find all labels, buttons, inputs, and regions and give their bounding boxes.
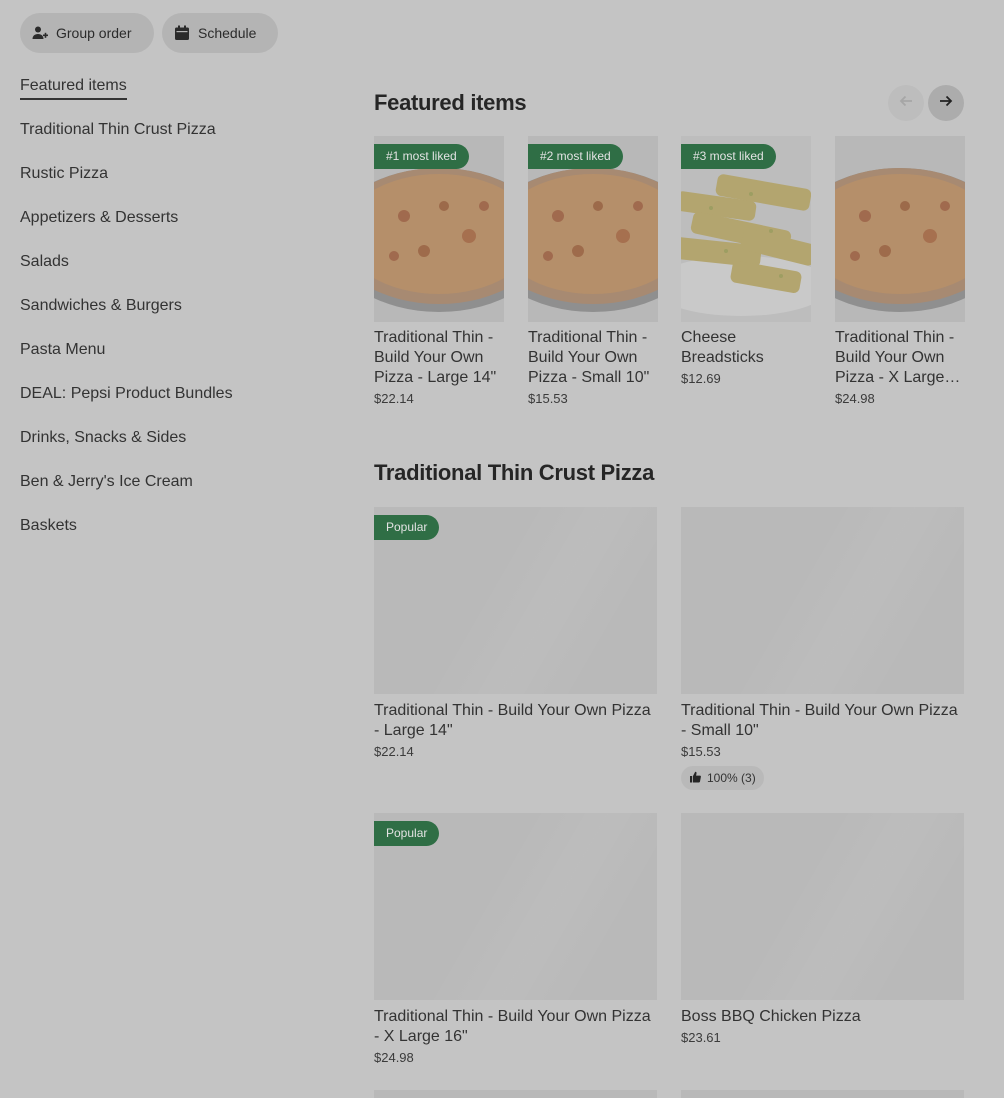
carousel-prev-button[interactable] <box>888 85 924 121</box>
arrow-right-icon <box>938 93 954 114</box>
item-price: $24.98 <box>835 391 875 406</box>
sidebar-item-ben-jerrys[interactable]: Ben & Jerry's Ice Cream <box>20 470 233 514</box>
featured-items-heading: Featured items <box>374 90 527 115</box>
item-name: Traditional Thin - Build Your Own Pizza … <box>374 1008 651 1045</box>
sidebar-item-appetizers-desserts[interactable]: Appetizers & Desserts <box>20 206 233 250</box>
menu-item-card[interactable]: Popular Traditional Thin - Build Your Ow… <box>374 507 657 759</box>
item-name: Traditional Thin - Build Your Own Pizza … <box>374 702 651 739</box>
featured-item-card[interactable]: #2 most liked Traditional Thin - Build Y… <box>528 136 658 406</box>
sidebar-item-rustic-pizza[interactable]: Rustic Pizza <box>20 162 233 206</box>
popular-badge: Popular <box>374 821 440 846</box>
item-price: $22.14 <box>374 391 414 406</box>
item-name: Traditional Thin - Build Your Own Pizza … <box>374 329 497 386</box>
item-price: $22.14 <box>374 744 414 759</box>
featured-item-card[interactable]: #3 most liked Cheese Breadsticks $12.69 <box>681 136 811 386</box>
sidebar-item-sandwiches-burgers[interactable]: Sandwiches & Burgers <box>20 294 233 338</box>
item-name: Traditional Thin - Build Your Own Pizza … <box>835 329 955 386</box>
pizza-photo <box>835 136 965 322</box>
popular-badge: Popular <box>374 515 440 540</box>
item-name: Cheese Breadsticks <box>681 329 764 366</box>
item-image-placeholder <box>681 507 964 694</box>
carousel-next-button[interactable] <box>928 85 964 121</box>
pizza-photo: #2 most liked <box>528 136 658 322</box>
menu-item-card[interactable]: Boss BBQ Chicken Pizza $23.61 <box>681 813 964 1045</box>
item-name: Traditional Thin - Build Your Own Pizza … <box>681 702 958 739</box>
rating-text: 100% (3) <box>707 771 756 785</box>
schedule-label: Schedule <box>198 25 257 41</box>
menu-item-card-partial[interactable] <box>374 1090 657 1098</box>
featured-item-card[interactable]: Traditional Thin - Build Your Own Pizza … <box>835 136 965 406</box>
item-name: Traditional Thin - Build Your Own Pizza … <box>528 329 650 386</box>
sidebar-item-baskets[interactable]: Baskets <box>20 514 233 558</box>
menu-item-card[interactable]: Popular Traditional Thin - Build Your Ow… <box>374 813 657 1065</box>
most-liked-badge: #2 most liked <box>528 144 623 169</box>
add-person-icon <box>32 25 48 41</box>
sidebar-item-deal-pepsi-bundles[interactable]: DEAL: Pepsi Product Bundles <box>20 382 233 426</box>
menu-item-card[interactable]: Traditional Thin - Build Your Own Pizza … <box>681 507 964 790</box>
sidebar-item-drinks-snacks-sides[interactable]: Drinks, Snacks & Sides <box>20 426 233 470</box>
group-order-label: Group order <box>56 25 132 41</box>
section-heading-traditional-thin-crust: Traditional Thin Crust Pizza <box>374 460 655 485</box>
most-liked-badge: #1 most liked <box>374 144 469 169</box>
group-order-button[interactable]: Group order <box>20 13 154 53</box>
thumbs-up-icon <box>689 771 701 786</box>
item-price: $12.69 <box>681 371 721 386</box>
menu-category-nav: Featured items Traditional Thin Crust Pi… <box>20 74 233 558</box>
item-price: $24.98 <box>374 1050 414 1065</box>
sidebar-item-traditional-thin-crust-pizza[interactable]: Traditional Thin Crust Pizza <box>20 118 233 162</box>
item-name: Boss BBQ Chicken Pizza <box>681 1008 861 1025</box>
schedule-button[interactable]: Schedule <box>162 13 278 53</box>
item-price: $15.53 <box>681 744 721 759</box>
sidebar-item-salads[interactable]: Salads <box>20 250 233 294</box>
sidebar-item-featured-items[interactable]: Featured items <box>20 74 127 100</box>
item-image-placeholder <box>681 813 964 1000</box>
rating-badge: 100% (3) <box>681 766 764 790</box>
menu-item-card-partial[interactable] <box>681 1090 964 1098</box>
featured-item-card[interactable]: #1 most liked Traditional Thin - Build Y… <box>374 136 504 406</box>
sidebar-item-pasta-menu[interactable]: Pasta Menu <box>20 338 233 382</box>
item-price: $15.53 <box>528 391 568 406</box>
arrow-left-icon <box>898 93 914 114</box>
pizza-photo: #1 most liked <box>374 136 504 322</box>
item-image-placeholder: Popular <box>374 813 657 1000</box>
calendar-icon <box>174 25 190 41</box>
breadsticks-photo: #3 most liked <box>681 136 811 322</box>
item-image-placeholder: Popular <box>374 507 657 694</box>
item-price: $23.61 <box>681 1030 721 1045</box>
most-liked-badge: #3 most liked <box>681 144 776 169</box>
